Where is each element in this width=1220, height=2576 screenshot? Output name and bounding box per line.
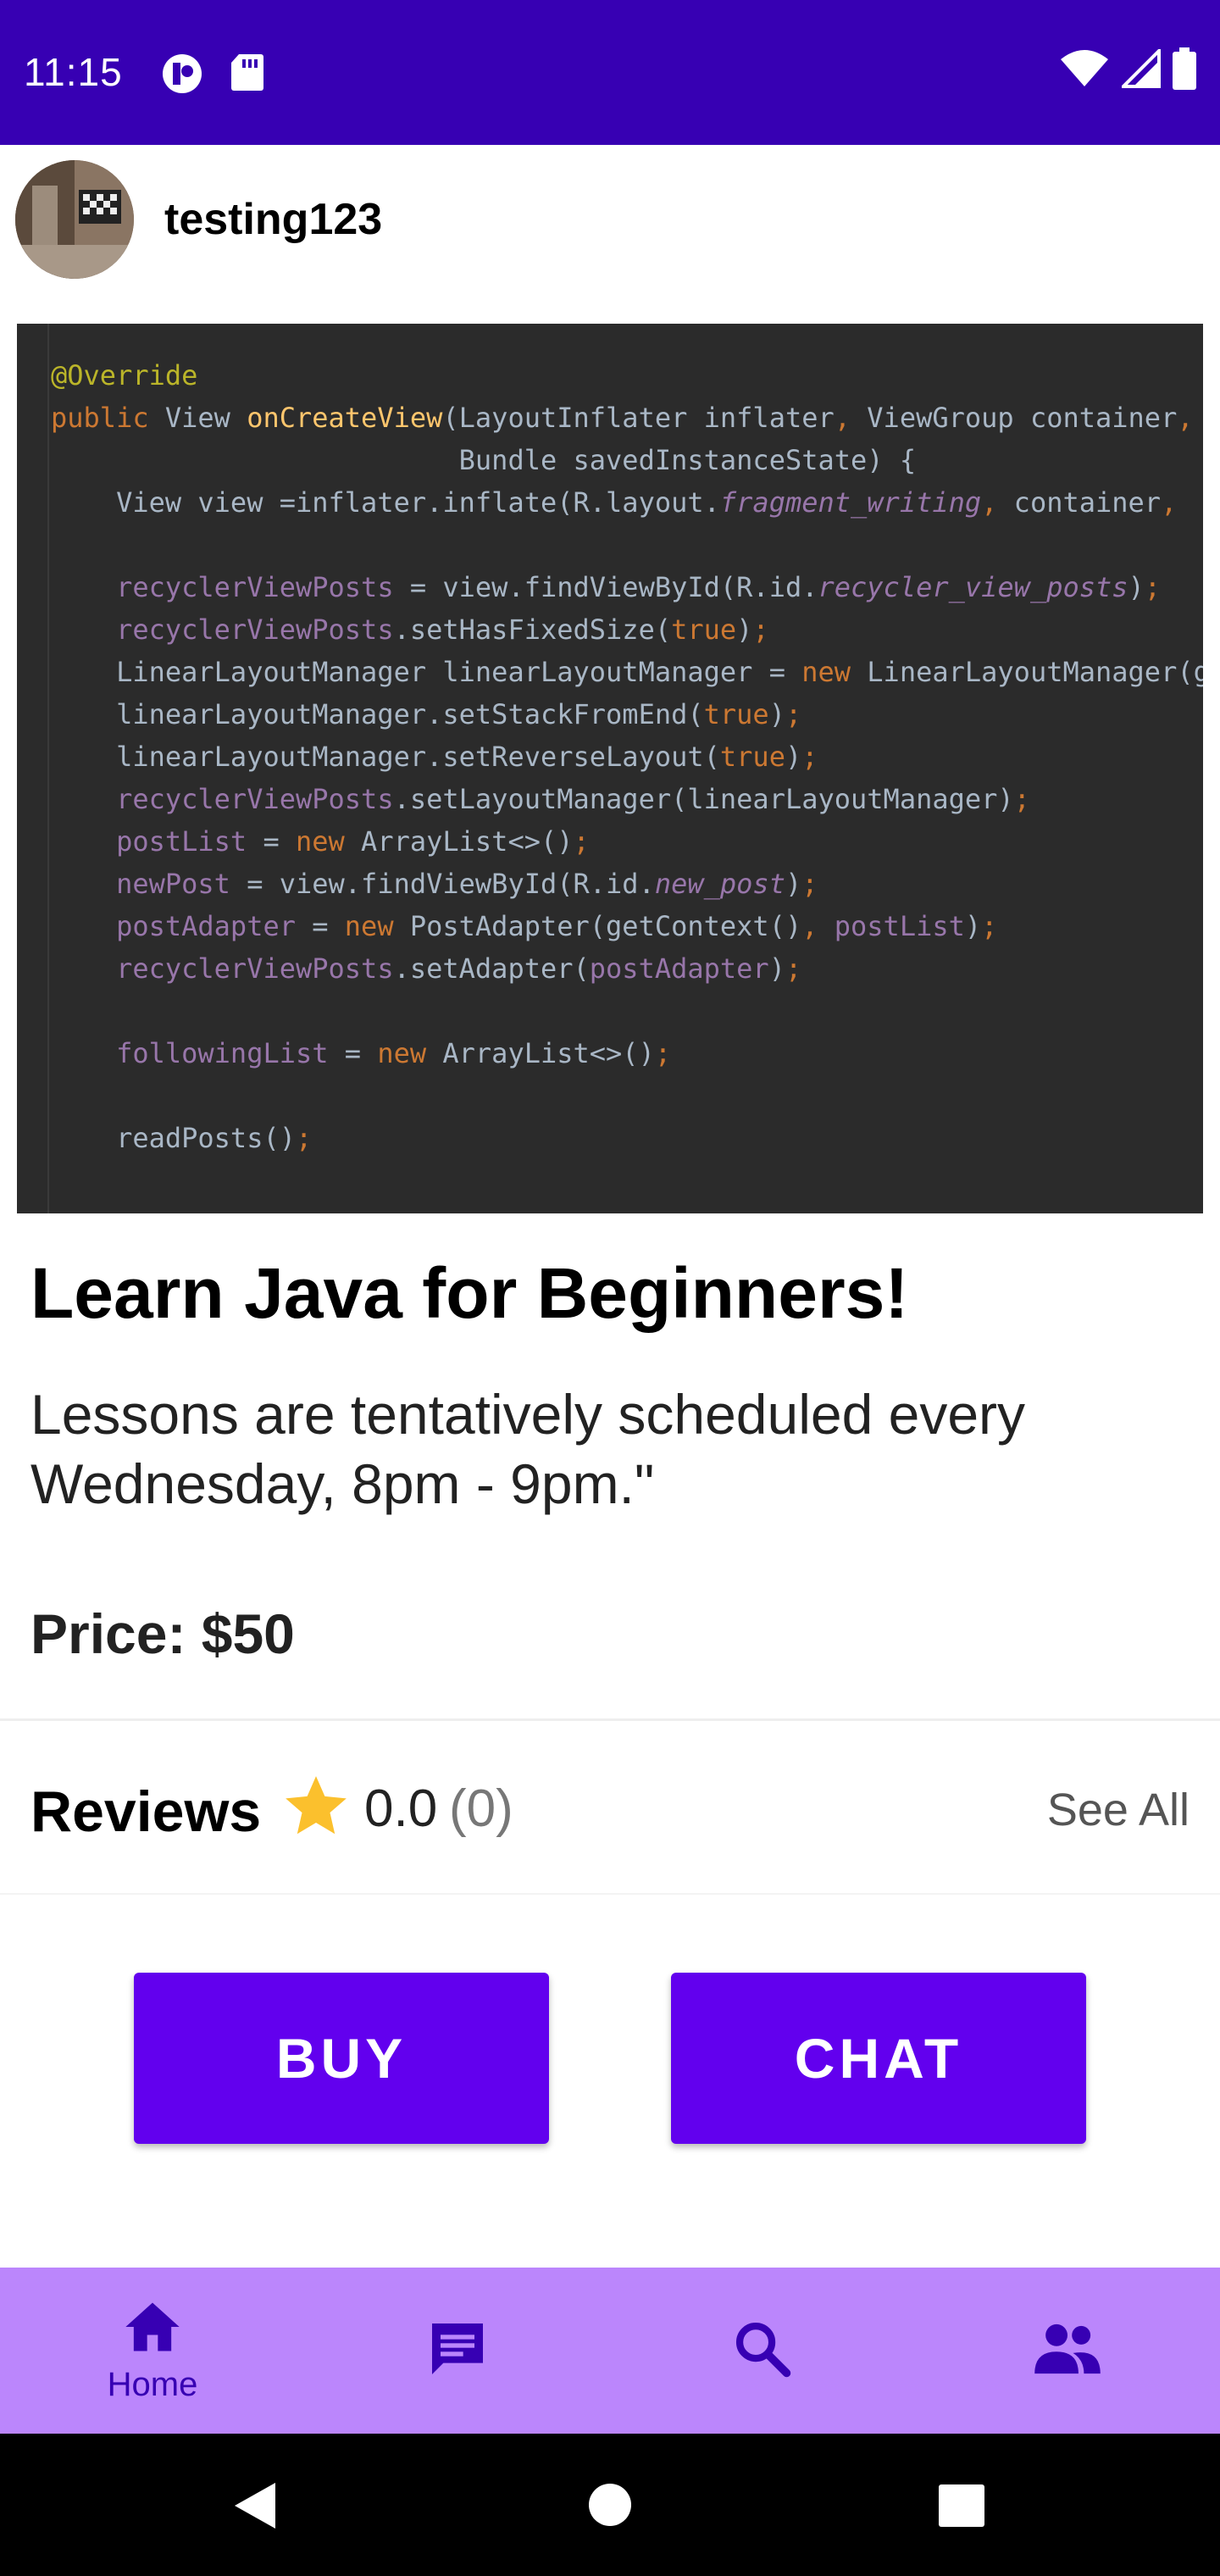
code-line: View view =inflater.inflate(R.layout.fra… [51, 486, 1178, 519]
listing-title: Learn Java for Beginners! [30, 1253, 909, 1333]
nav-item-home[interactable]: Home [0, 2268, 305, 2434]
notification-app-icon [161, 53, 203, 99]
system-navigation-bar [0, 2434, 1220, 2576]
code-line: followingList = new ArrayList<>(); [116, 1037, 672, 1069]
code-line: newPost = view.findViewById(R.id.new_pos… [116, 868, 818, 900]
code-line: public View onCreateView(LayoutInflater … [51, 402, 1194, 434]
chat-icon [424, 2315, 491, 2387]
see-all-link[interactable]: See All [1047, 1784, 1190, 1836]
nav-item-people[interactable] [915, 2268, 1220, 2434]
code-line: linearLayoutManager.setReverseLayout(tru… [51, 741, 818, 773]
star-icon [280, 1770, 352, 1847]
rating-value: 0.0 [364, 1779, 438, 1838]
rating-count: (0) [449, 1779, 513, 1838]
nav-item-chat[interactable] [305, 2268, 610, 2434]
battery-icon [1173, 47, 1196, 94]
search-icon [730, 2317, 795, 2385]
code-line: Bundle savedInstanceState) { [51, 444, 917, 476]
code-line: postAdapter = new PostAdapter(getContext… [116, 910, 998, 942]
status-bar: 11:15 [0, 0, 1220, 145]
reviews-label: Reviews [30, 1779, 262, 1844]
signal-icon [1119, 47, 1161, 92]
nav-label-home: Home [107, 2366, 198, 2403]
code-line: postList = new ArrayList<>(); [116, 825, 590, 858]
nav-item-search[interactable] [610, 2268, 915, 2434]
people-icon [1032, 2319, 1103, 2383]
sd-card-icon [230, 53, 264, 96]
code-line: recyclerViewPosts = view.findViewById(R.… [116, 571, 1162, 603]
code-gutter [47, 324, 49, 1213]
wifi-icon [1059, 49, 1110, 92]
code-line: recyclerViewPosts.setLayoutManager(linea… [116, 783, 1030, 815]
code-line: LinearLayoutManager linearLayoutManager … [51, 656, 1203, 688]
post-header: testing123 [0, 145, 1220, 297]
code-line: recyclerViewPosts.setAdapter(postAdapter… [116, 952, 802, 985]
chat-button[interactable]: CHAT [671, 1973, 1086, 2144]
reviews-section: Reviews 0.0 (0) See All [0, 1718, 1220, 1895]
username[interactable]: testing123 [164, 194, 382, 245]
back-icon[interactable] [233, 2481, 277, 2534]
listing-price: Price: $50 [30, 1602, 295, 1665]
post-image: @Override public View onCreateView(Layou… [17, 324, 1203, 1213]
code-line: recyclerViewPosts.setHasFixedSize(true); [116, 613, 769, 646]
code-line: @Override [51, 359, 198, 391]
home-button-icon[interactable] [588, 2483, 632, 2531]
status-time: 11:15 [24, 50, 123, 94]
bottom-navigation: Home [0, 2268, 1220, 2434]
code-line: linearLayoutManager.setStackFromEnd(true… [51, 698, 802, 730]
code-line: readPosts(); [51, 1122, 313, 1154]
avatar[interactable] [15, 160, 134, 279]
listing-description: Lessons are tentatively scheduled every … [30, 1383, 1026, 1515]
home-icon [120, 2297, 185, 2361]
buy-button[interactable]: BUY [134, 1973, 549, 2144]
recents-icon[interactable] [939, 2484, 984, 2531]
